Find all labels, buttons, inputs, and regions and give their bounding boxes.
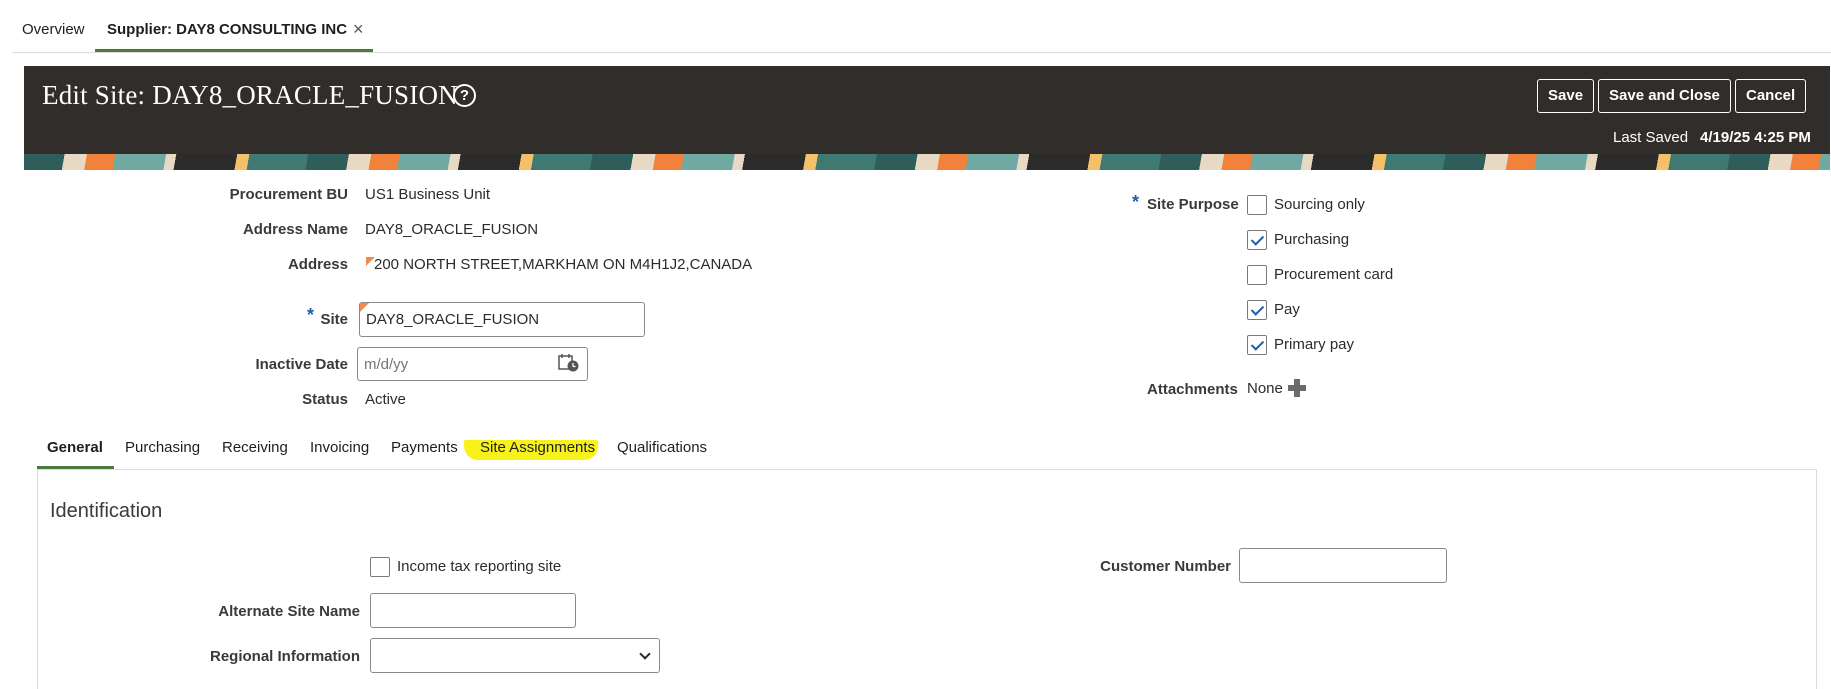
address-name-value: DAY8_ORACLE_FUSION <box>365 221 539 238</box>
tab-general[interactable]: General <box>47 439 103 456</box>
site-flag-icon <box>360 303 369 312</box>
sourcing-only-checkbox[interactable] <box>1247 195 1267 215</box>
attachments-value: None <box>1247 380 1283 397</box>
primary-pay-checkbox[interactable] <box>1247 335 1267 355</box>
tab-site-assignments[interactable]: Site Assignments <box>480 439 595 456</box>
attachments-label: Attachments <box>1147 381 1238 398</box>
site-label: Site <box>320 311 348 328</box>
identification-heading: Identification <box>50 500 163 522</box>
last-saved-value: 4/19/25 4:25 PM <box>1700 129 1811 146</box>
chevron-down-icon <box>639 648 651 660</box>
tab-payments[interactable]: Payments <box>391 439 458 456</box>
calendar-icon[interactable] <box>558 353 580 373</box>
tab-receiving[interactable]: Receiving <box>222 439 288 456</box>
regional-information-label: Regional Information <box>210 648 360 665</box>
save-button[interactable]: Save <box>1537 79 1595 113</box>
procurement-bu-value: US1 Business Unit <box>365 186 491 203</box>
address-value: 200 NORTH STREET,MARKHAM ON M4H1J2,CANAD… <box>374 256 753 273</box>
alternate-site-name-input[interactable] <box>370 593 576 628</box>
header-banner <box>24 154 1830 170</box>
procurement-card-label: Procurement card <box>1274 266 1394 283</box>
pay-checkbox[interactable] <box>1247 300 1267 320</box>
site-required-icon: * <box>307 305 315 325</box>
site-purpose-required-icon: * <box>1132 192 1140 212</box>
sourcing-only-label: Sourcing only <box>1274 196 1365 213</box>
purchasing-label: Purchasing <box>1274 231 1350 248</box>
save-and-close-button[interactable]: Save and Close <box>1598 79 1731 113</box>
pay-label: Pay <box>1274 301 1300 318</box>
site-input[interactable] <box>359 302 645 337</box>
last-saved-label: Last Saved <box>1613 129 1689 146</box>
procurement-card-checkbox[interactable] <box>1247 265 1267 285</box>
purchasing-checkbox[interactable] <box>1247 230 1267 250</box>
inactive-date-input[interactable] <box>357 347 588 381</box>
status-label: Status <box>302 391 348 408</box>
tab-bar-divider <box>12 52 1831 53</box>
tab-purchasing[interactable]: Purchasing <box>125 439 200 456</box>
primary-pay-label: Primary pay <box>1274 336 1355 353</box>
customer-number-input[interactable] <box>1239 548 1447 583</box>
address-name-label: Address Name <box>242 221 348 238</box>
regional-information-select[interactable] <box>370 638 660 673</box>
tab-overview[interactable]: Overview <box>22 21 85 38</box>
address-label: Address <box>287 256 348 273</box>
income-tax-reporting-label: Income tax reporting site <box>397 558 562 575</box>
tab-invoicing[interactable]: Invoicing <box>310 439 369 456</box>
cancel-button[interactable]: Cancel <box>1735 79 1807 113</box>
status-value: Active <box>365 391 406 408</box>
site-purpose-label: Site Purpose <box>1147 196 1239 213</box>
tab-supplier[interactable]: Supplier: DAY8 CONSULTING INC <box>107 21 347 38</box>
active-tab-indicator <box>37 466 114 469</box>
page-title: Edit Site: DAY8_ORACLE_FUSION <box>42 80 458 110</box>
alternate-site-name-label: Alternate Site Name <box>218 603 360 620</box>
tab-qualifications[interactable]: Qualifications <box>617 439 707 456</box>
customer-number-label: Customer Number <box>1100 558 1231 575</box>
inactive-date-label: Inactive Date <box>255 356 348 373</box>
procurement-bu-label: Procurement BU <box>229 186 348 203</box>
add-attachment-icon[interactable] <box>1287 378 1307 398</box>
close-tab-icon[interactable]: × <box>353 19 364 40</box>
help-icon[interactable]: ? <box>453 84 476 107</box>
income-tax-reporting-checkbox[interactable] <box>370 557 390 577</box>
